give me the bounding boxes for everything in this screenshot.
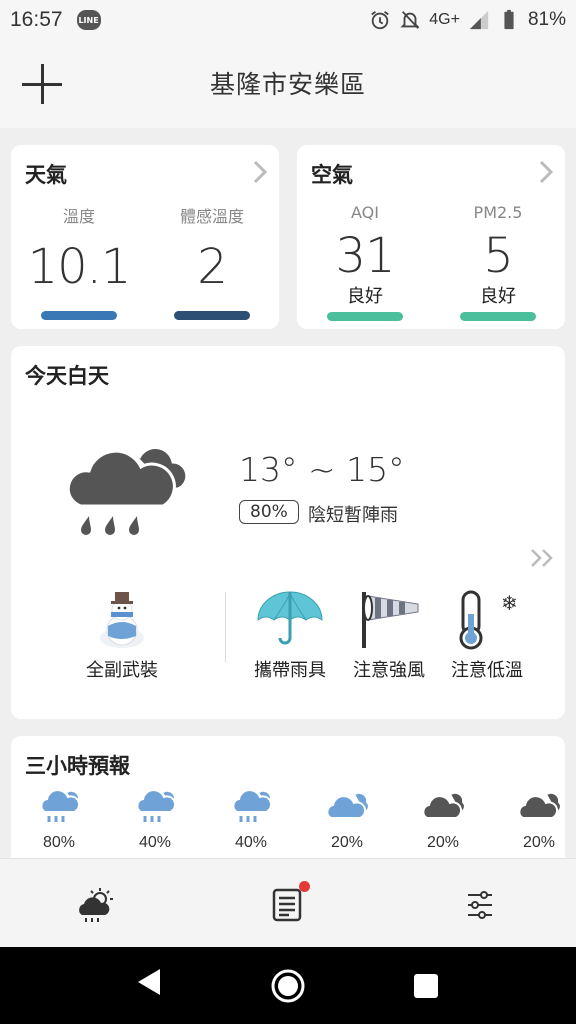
- back-icon[interactable]: [136, 967, 162, 997]
- system-nav-bar: [0, 947, 576, 1024]
- tip-umbrella: 攜帶雨具: [245, 590, 335, 682]
- hourly-pop: 40%: [234, 834, 268, 851]
- temperature-label: 溫度: [62, 207, 95, 226]
- cloud-icon: [326, 791, 370, 819]
- temperature-bar: [41, 311, 117, 320]
- hourly-item: 20%: [411, 786, 475, 852]
- air-card-title: 空氣: [311, 163, 353, 187]
- app-header: 基隆市安樂區: [0, 40, 576, 128]
- pm25-label: PM2.5: [473, 203, 523, 222]
- feels-like-bar: [174, 311, 250, 320]
- hourly-pop: 20%: [426, 834, 460, 851]
- tip-full-gear: 全副武裝: [77, 586, 167, 682]
- alarm-icon: [371, 11, 390, 30]
- pm25-value: 5: [483, 228, 514, 284]
- network-type: 4G+: [429, 11, 460, 28]
- hourly-pop: 20%: [330, 834, 364, 851]
- chevron-right-icon[interactable]: [537, 159, 555, 185]
- signal-icon: [469, 10, 489, 30]
- tip-label: 注意低溫: [451, 660, 523, 681]
- pm25-status: 良好: [480, 286, 516, 307]
- tips-divider: [225, 592, 226, 662]
- tip-strong-wind: 注意強風: [344, 590, 434, 682]
- air-card[interactable]: 空氣 AQI 31 良好 PM2.5 5 良好: [297, 145, 565, 329]
- hourly-item: 80%: [27, 786, 91, 852]
- weather-nav-icon[interactable]: [76, 885, 116, 925]
- rain-cloud-icon: [136, 789, 178, 822]
- tip-low-temp: ❄ 注意低溫: [442, 590, 532, 682]
- double-chevron-right-icon[interactable]: [529, 546, 557, 570]
- status-time: 16:57: [10, 8, 63, 31]
- aqi-value: 31: [335, 228, 395, 284]
- bottom-nav: [0, 858, 576, 947]
- aqi-bar: [327, 312, 403, 321]
- battery-icon: [504, 9, 514, 30]
- temperature-metric: 溫度 10.1: [19, 203, 139, 320]
- battery-percent: 81%: [527, 9, 566, 30]
- location-title: 基隆市安樂區: [209, 70, 366, 99]
- recents-icon[interactable]: [413, 973, 439, 999]
- weather-card[interactable]: 天氣 溫度 10.1 體感溫度 2: [11, 145, 279, 329]
- rain-cloud-icon: [40, 789, 82, 822]
- tip-label: 攜帶雨具: [254, 660, 326, 681]
- tip-label: 注意強風: [353, 660, 425, 681]
- pm25-metric: PM2.5 5 良好: [438, 203, 558, 321]
- pm25-bar: [460, 312, 536, 321]
- cloud-rain-icon: [66, 446, 189, 535]
- thermometer-cold-icon: ❄: [459, 590, 518, 650]
- umbrella-icon: [257, 591, 323, 645]
- hourly-item: 20%: [507, 786, 571, 852]
- windsock-icon: [362, 592, 419, 648]
- status-bar: 16:57 LINE 4G+ 81%: [0, 0, 576, 40]
- precipitation-badge: 80%: [239, 500, 299, 524]
- dark-cloud-icon: [518, 791, 562, 819]
- today-card[interactable]: 今天白天 13° ~ 15° 80% 陰短暫陣雨 全副武裝 攜帶雨具 注意強風 …: [11, 346, 565, 719]
- tip-label: 全副武裝: [86, 660, 158, 681]
- notification-dot: [299, 881, 310, 892]
- feels-like-metric: 體感溫度 2: [152, 203, 272, 320]
- weather-card-title: 天氣: [25, 163, 67, 187]
- settings-nav-icon[interactable]: [460, 885, 500, 925]
- aqi-metric: AQI 31 良好: [305, 203, 425, 321]
- today-card-title: 今天白天: [25, 364, 109, 388]
- hourly-item: 40%: [123, 786, 187, 852]
- hourly-item: 40%: [219, 786, 283, 852]
- rain-cloud-icon: [232, 789, 274, 822]
- aqi-label: AQI: [351, 203, 379, 222]
- snowman-icon: [100, 592, 144, 648]
- chevron-right-icon[interactable]: [251, 159, 269, 185]
- temperature-range: 13° ~ 15°: [239, 450, 405, 489]
- svg-text:❄: ❄: [501, 591, 518, 615]
- hourly-pop: 80%: [42, 834, 76, 851]
- aqi-status: 良好: [347, 286, 383, 307]
- mute-bell-icon: [400, 11, 420, 29]
- feels-like-value: 2: [197, 239, 228, 295]
- status-icons: 4G+ 81%: [369, 9, 566, 31]
- dark-cloud-icon: [422, 791, 466, 819]
- feels-like-label: 體感溫度: [179, 207, 244, 226]
- weather-description: 陰短暫陣雨: [308, 505, 398, 526]
- hourly-card-title: 三小時預報: [25, 754, 130, 778]
- hourly-pop: 20%: [522, 834, 556, 851]
- hourly-item: 20%: [315, 786, 379, 852]
- temperature-value: 10.1: [27, 239, 132, 295]
- home-icon[interactable]: [270, 968, 306, 1004]
- hourly-pop: 40%: [138, 834, 172, 851]
- line-app-icon: LINE: [76, 10, 101, 30]
- news-nav-item[interactable]: [268, 881, 310, 925]
